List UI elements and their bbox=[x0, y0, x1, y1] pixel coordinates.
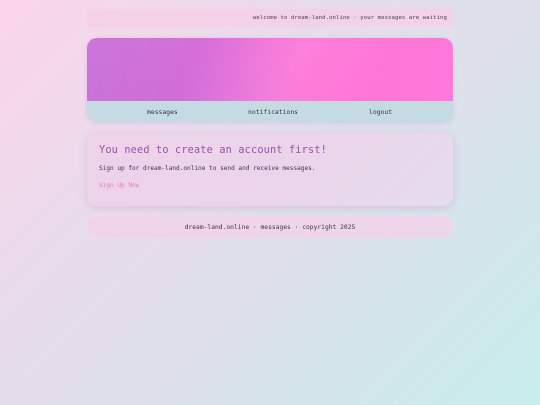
footer-text: dream-land.online · messages · copyright… bbox=[184, 223, 356, 231]
nav-item-notifications[interactable]: notifications bbox=[248, 108, 298, 116]
notice-title: You need to create an account first! bbox=[99, 145, 328, 156]
site-footer: dream-land.online · messages · copyright… bbox=[87, 216, 453, 238]
nav-item-messages[interactable]: messages bbox=[147, 108, 178, 116]
sign-up-link[interactable]: Sign Up Now bbox=[99, 182, 139, 189]
welcome-bar: welcome to dream-land.online · your mess… bbox=[87, 9, 453, 27]
notice-text: Sign up for dream-land.online to send an… bbox=[99, 165, 316, 172]
site-header: messages notifications logout bbox=[87, 38, 453, 122]
header-banner bbox=[87, 38, 453, 101]
main-nav: messages notifications logout bbox=[87, 101, 453, 122]
nav-item-logout[interactable]: logout bbox=[369, 108, 392, 116]
account-required-notice: You need to create an account first! Sig… bbox=[87, 133, 453, 206]
welcome-message: welcome to dream-land.online · your mess… bbox=[252, 15, 447, 21]
